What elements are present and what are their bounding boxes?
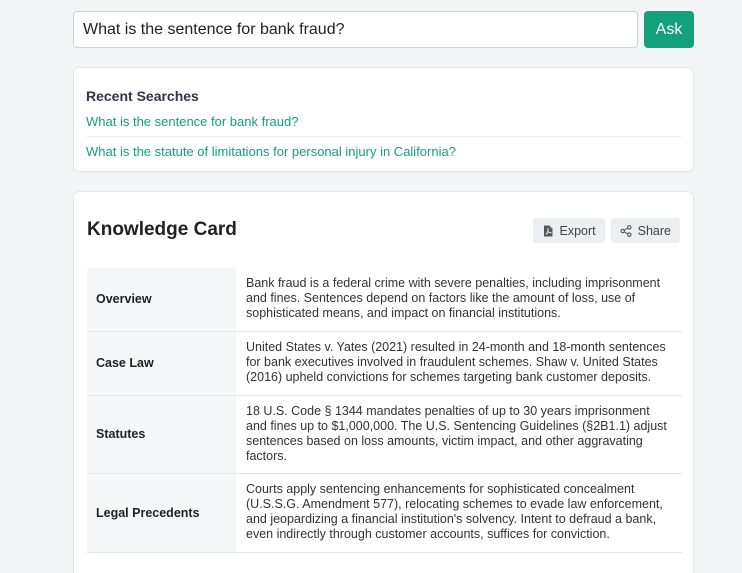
row-value-statutes: 18 U.S. Code § 1344 mandates penalties o… [236, 395, 682, 474]
share-button[interactable]: Share [610, 218, 680, 243]
knowledge-card-title: Knowledge Card [87, 219, 237, 240]
recent-search-item[interactable]: What is the sentence for bank fraud? [86, 114, 681, 136]
knowledge-card: Knowledge Card Export Share Overview Ban… [73, 191, 694, 573]
knowledge-table: Overview Bank fraud is a federal crime w… [87, 268, 682, 553]
recent-searches-card: Recent Searches What is the sentence for… [73, 67, 694, 172]
table-row: Statutes 18 U.S. Code § 1344 mandates pe… [87, 395, 682, 474]
table-row: Overview Bank fraud is a federal crime w… [87, 268, 682, 332]
row-label-legal-precedents: Legal Precedents [87, 473, 236, 553]
table-row: Legal Precedents Courts apply sentencing… [87, 473, 682, 553]
row-label-case-law: Case Law [87, 331, 236, 396]
knowledge-card-header: Knowledge Card Export Share [87, 192, 680, 268]
row-value-overview: Bank fraud is a federal crime with sever… [236, 268, 682, 332]
search-input[interactable] [83, 20, 628, 39]
share-label: Share [637, 223, 671, 238]
recent-search-item[interactable]: What is the statute of limitations for p… [86, 136, 681, 166]
export-label: Export [559, 223, 596, 238]
row-label-statutes: Statutes [87, 395, 236, 474]
row-value-case-law: United States v. Yates (2021) resulted i… [236, 331, 682, 396]
knowledge-card-actions: Export Share [532, 218, 680, 243]
table-row: Case Law United States v. Yates (2021) r… [87, 331, 682, 396]
pdf-file-icon [543, 225, 552, 236]
recent-searches-title: Recent Searches [86, 88, 199, 104]
search-bar[interactable] [73, 11, 638, 48]
row-label-overview: Overview [87, 268, 236, 332]
export-button[interactable]: Export [532, 218, 605, 243]
share-icon [620, 224, 632, 237]
ask-button[interactable]: Ask [644, 11, 694, 48]
row-value-legal-precedents: Courts apply sentencing enhancements for… [236, 473, 682, 553]
